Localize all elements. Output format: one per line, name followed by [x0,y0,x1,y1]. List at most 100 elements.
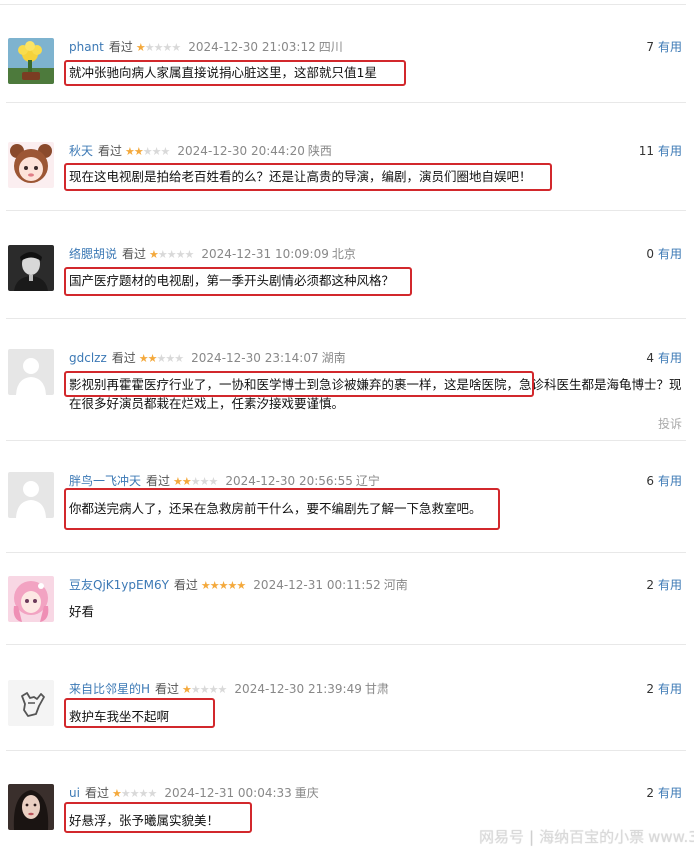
star-empty-icon: ★ [190,475,201,488]
comment-time: 2024-12-30 23:14:07 [191,351,319,365]
watched-label: 看过 [111,351,136,365]
watched-label: 看过 [122,247,147,261]
star-filled-icon: ★ [181,475,192,488]
rating-stars: ★★★★★ [149,246,195,264]
default-user-avatar-icon[interactable] [8,349,54,395]
useful-button[interactable]: 有用 [658,682,682,696]
comment-location: 四川 [318,40,343,54]
useful-button[interactable]: 有用 [658,40,682,54]
vote-area: 2 有用 [646,680,682,698]
comment-text: 好看 [69,604,95,619]
report-link[interactable]: 投诉 [658,415,682,432]
comment-username[interactable]: 胖鸟一飞冲天 [69,474,141,488]
star-empty-icon: ★ [165,352,175,365]
highlight-box [64,488,500,530]
comment-username[interactable]: 络腮胡说 [69,247,117,261]
watched-label: 看过 [146,474,171,488]
star-filled-icon: ★ [218,579,229,592]
vote-count: 11 [638,144,654,158]
watermark-name: 海纳百宝的小票 [539,828,645,846]
vote-count: 2 [646,682,654,696]
rating-stars: ★★★★★ [139,350,184,368]
top-divider [0,4,686,5]
man-portrait-avatar-icon[interactable] [8,245,54,291]
useful-button[interactable]: 有用 [658,578,682,592]
star-filled-icon: ★ [182,683,192,696]
comment-username[interactable]: 秋天 [69,144,93,158]
comment-location: 北京 [331,247,356,261]
comment-username[interactable]: 豆友QjK1ypEM6Y [69,578,169,592]
comment-username[interactable]: gdclzz [69,351,107,365]
vote-area: 4 有用 [646,349,682,367]
comment-time: 2024-12-31 10:09:09 [201,247,329,261]
star-empty-icon: ★ [184,248,195,261]
star-empty-icon: ★ [190,683,201,696]
comment-meta: 络腮胡说 看过 ★★★★★ 2024-12-31 10:09:09 北京 [69,245,356,263]
comment-time: 2024-12-30 20:44:20 [177,144,305,158]
star-empty-icon: ★ [153,41,164,54]
comment-divider [6,318,686,319]
watermark: 网易号|海纳百宝的小票www.365jz.com [479,826,694,848]
comment-location: 辽宁 [355,474,380,488]
comment-time: 2024-12-30 20:56:55 [225,474,353,488]
highlight-box [64,60,406,86]
comment-time: 2024-12-30 21:39:49 [234,682,362,696]
shaka-hand-avatar-icon[interactable] [8,680,54,726]
star-empty-icon: ★ [208,683,219,696]
useful-button[interactable]: 有用 [658,351,682,365]
watched-label: 看过 [108,40,133,54]
useful-button[interactable]: 有用 [658,247,682,261]
default-user-avatar-icon[interactable] [8,472,54,518]
comments-page: phant 看过 ★★★★★ 2024-12-30 21:03:12 四川 7 有用 就冲… [0,0,696,855]
highlight-box [64,371,534,397]
highlight-box [64,802,252,833]
vote-area: 11 有用 [639,142,682,160]
star-empty-icon: ★ [217,683,228,696]
star-empty-icon: ★ [129,787,140,800]
star-empty-icon: ★ [171,41,181,54]
bear-hood-girl-avatar-icon[interactable] [8,142,54,188]
star-empty-icon: ★ [120,787,131,800]
comment-meta: 豆友QjK1ypEM6Y 看过 ★★★★★ 2024-12-31 00:11:52 河南 [69,576,408,594]
pink-hair-anime-avatar-icon[interactable] [8,576,54,622]
comment-username[interactable]: 来自比邻星的H [69,682,150,696]
useful-button[interactable]: 有用 [658,786,682,800]
watched-label: 看过 [173,578,198,592]
star-empty-icon: ★ [142,145,153,158]
cartoon-yellow-flower-avatar-icon[interactable] [8,38,54,84]
comment-divider [6,210,686,211]
star-filled-icon: ★ [133,145,144,158]
rating-stars: ★★★★★ [182,681,228,699]
vote-area: 2 有用 [646,784,682,802]
comment-divider [6,750,686,751]
rating-stars: ★★★★★ [201,577,246,595]
star-empty-icon: ★ [199,475,210,488]
comment-location: 湖南 [321,351,346,365]
woman-portrait-avatar-icon[interactable] [8,784,54,830]
useful-button[interactable]: 有用 [658,144,682,158]
star-filled-icon: ★ [147,352,158,365]
comment-meta: ui 看过 ★★★★★ 2024-12-31 00:04:33 重庆 [69,784,319,802]
star-filled-icon: ★ [173,475,183,488]
star-filled-icon: ★ [236,579,246,592]
star-filled-icon: ★ [209,579,220,592]
rating-stars: ★★★★★ [125,143,170,161]
comment-meta: 来自比邻星的H 看过 ★★★★★ 2024-12-30 21:39:49 甘肃 [69,680,389,698]
comment-username[interactable]: phant [69,40,104,54]
comment-username[interactable]: ui [69,786,80,800]
comment-divider [6,644,686,645]
watermark-brand: 网易号 [479,828,525,846]
star-empty-icon: ★ [144,41,155,54]
watermark-site: www.365jz.com [648,828,694,846]
highlight-box [64,267,412,296]
vote-count: 2 [646,786,654,800]
star-empty-icon: ★ [208,475,219,488]
highlight-box [64,698,215,728]
useful-button[interactable]: 有用 [658,474,682,488]
vote-area: 6 有用 [646,472,682,490]
vote-count: 2 [646,578,654,592]
vote-area: 2 有用 [646,576,682,594]
rating-stars: ★★★★★ [136,39,181,57]
star-empty-icon: ★ [147,787,157,800]
star-empty-icon: ★ [174,352,184,365]
